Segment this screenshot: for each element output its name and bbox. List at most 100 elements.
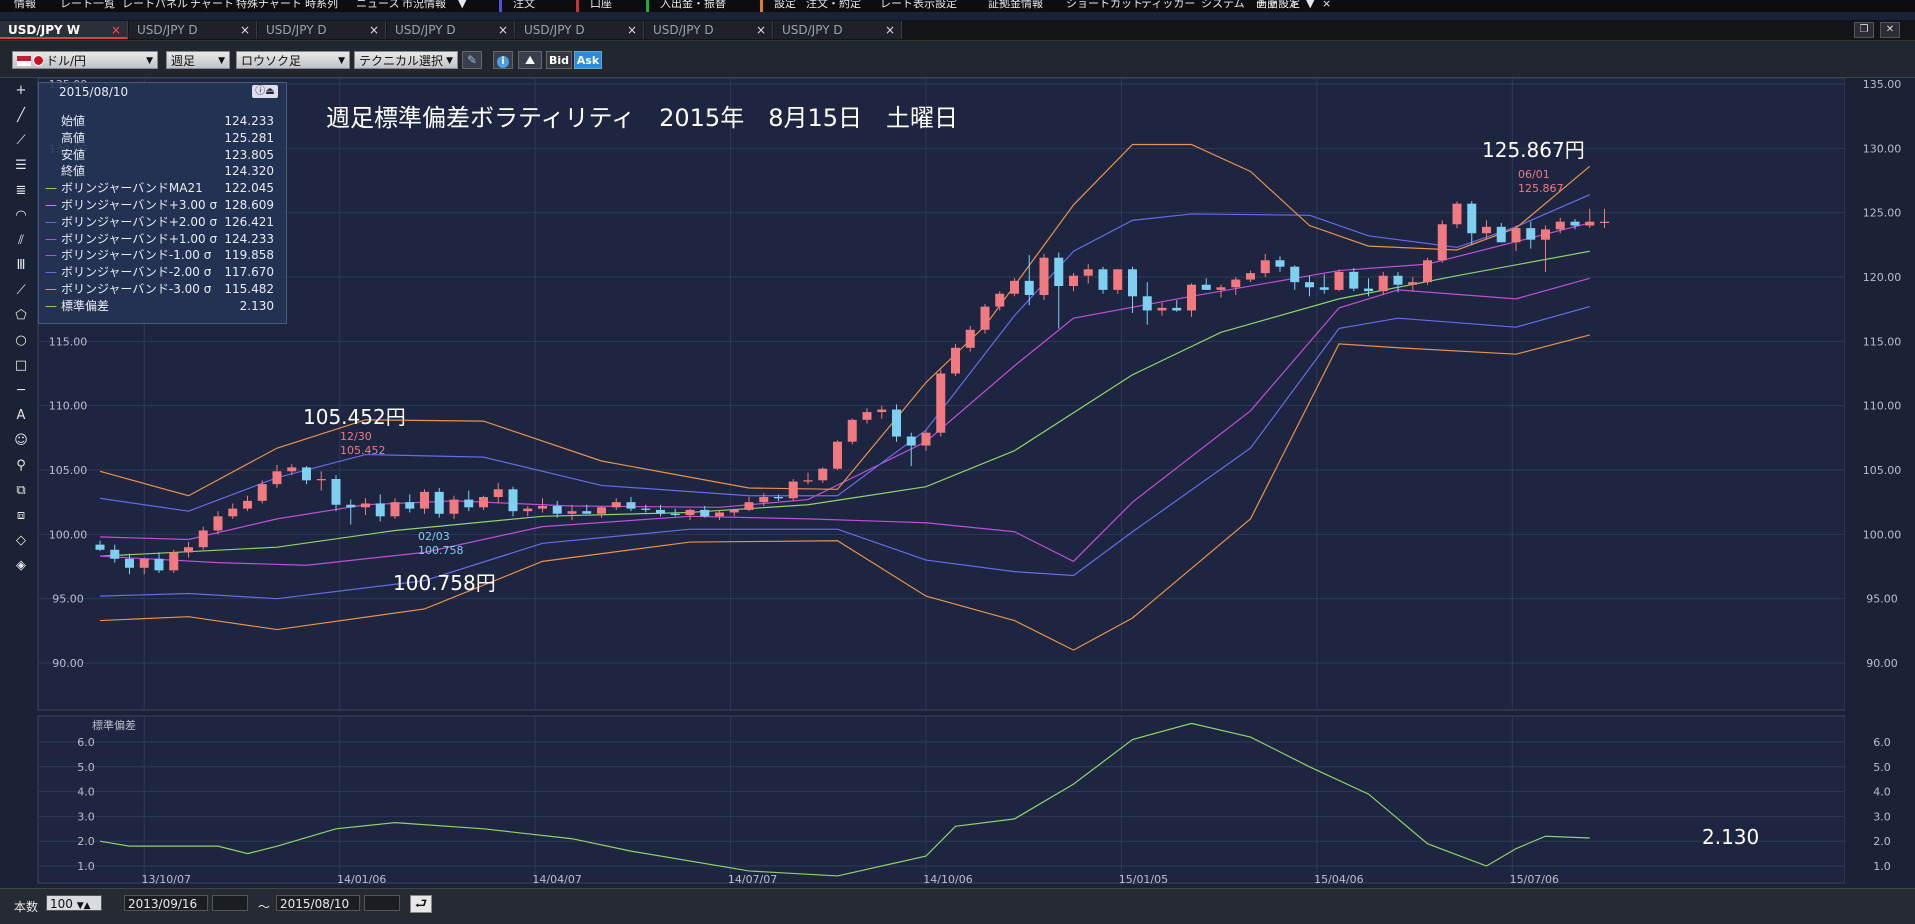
candle-body <box>1201 284 1211 290</box>
price-axis-tick: 95.00 <box>1866 593 1898 606</box>
candle-body <box>538 506 547 509</box>
info-value: 124.320 <box>224 164 274 179</box>
candle-body <box>1157 307 1167 311</box>
candle-body <box>1408 282 1418 285</box>
candle-body <box>670 513 680 516</box>
candle-body <box>198 530 208 548</box>
price-axis-tick: 130.00 <box>1863 142 1902 155</box>
sub-axis-tick-left: 4.0 <box>77 786 95 799</box>
candle-body <box>331 479 341 505</box>
candle-body <box>272 471 282 485</box>
info-row: — ボリンジャーバンド-1.00 σ 119.858 <box>39 247 286 263</box>
high-price-label: 105.452円 <box>303 405 406 429</box>
candle-body <box>1113 269 1123 290</box>
sub-axis-tick: 5.0 <box>1873 761 1891 774</box>
info-value: 124.233 <box>224 114 274 128</box>
candle-body <box>567 511 577 514</box>
candle-body <box>1585 221 1595 226</box>
candle-body <box>788 481 798 499</box>
apply-range-button[interactable]: ⮐ <box>410 895 432 913</box>
price-axis-tick-left: 100.00 <box>49 528 88 541</box>
candle-body <box>1305 282 1314 288</box>
candle-body <box>1275 260 1285 267</box>
time-axis-tick: 15/07/06 <box>1510 873 1559 886</box>
sub-axis-tick: 4.0 <box>1873 786 1891 799</box>
candle-body <box>375 503 385 517</box>
candle-body <box>1098 269 1108 290</box>
candle-body <box>154 558 164 571</box>
low-date-label: 02/03 <box>418 530 450 543</box>
info-panel-controls-icon[interactable]: ⓘ⏏ <box>252 85 278 98</box>
bar-count-label: 本数 <box>14 900 39 914</box>
candle-body <box>346 504 356 508</box>
candle-body <box>434 491 444 514</box>
info-value: 122.045 <box>224 181 274 196</box>
candle-body <box>1393 275 1403 285</box>
time-axis-tick: 15/01/05 <box>1119 873 1168 886</box>
info-label: ボリンジャーバンド-2.00 σ <box>61 265 212 280</box>
candle-body <box>184 547 193 553</box>
candle-body <box>361 503 370 508</box>
info-value: 125.281 <box>224 130 274 145</box>
start-time-input[interactable] <box>212 895 248 911</box>
info-date: 2015/08/10 <box>59 85 129 99</box>
candle-body <box>847 419 857 442</box>
series-color-swatch: — <box>45 248 57 263</box>
info-row: 始値 124.233 <box>39 113 286 129</box>
candle-body <box>1541 229 1550 240</box>
candle-body <box>906 436 916 446</box>
price-chart[interactable]: 135.00 130.00 125.00 120.00 115.00 115.00 110.… <box>0 0 1915 888</box>
candle-body <box>862 412 872 420</box>
candle-body <box>1039 257 1049 296</box>
price-axis-tick-left: 115.00 <box>49 335 88 348</box>
end-date-input[interactable]: 2015/08/10 <box>276 895 360 911</box>
info-row: — 標準偏差 2.130 <box>39 298 286 314</box>
info-value: 119.858 <box>224 248 274 263</box>
time-axis-tick: 14/01/06 <box>337 873 386 886</box>
candle-body <box>449 499 459 514</box>
info-label: 安値 <box>61 147 86 162</box>
start-date-input[interactable]: 2013/09/16 <box>124 895 208 911</box>
candle-body <box>892 409 901 437</box>
info-label: ボリンジャーバンド+1.00 σ <box>61 231 218 246</box>
price-axis-tick: 110.00 <box>1863 400 1902 413</box>
candle-body <box>390 502 400 517</box>
candle-body <box>493 489 503 498</box>
candle-body <box>110 549 120 559</box>
candle-body <box>1482 226 1491 234</box>
candle-body <box>1290 266 1300 283</box>
candle-body <box>995 293 1005 307</box>
candle-body <box>1496 226 1506 243</box>
candle-body <box>302 467 311 481</box>
candle-body <box>125 558 134 568</box>
series-color-swatch: — <box>45 214 57 229</box>
candle-body <box>611 502 621 508</box>
info-row: 高値 125.281 <box>39 130 286 146</box>
candle-body <box>523 508 533 512</box>
high-value-label: 125.867 <box>1518 182 1564 195</box>
candle-body <box>420 491 429 509</box>
price-axis-tick: 120.00 <box>1863 271 1902 284</box>
info-label: 標準偏差 <box>61 298 110 313</box>
chevron-up-icon: ▲ <box>83 901 91 911</box>
time-axis-tick: 15/04/06 <box>1314 873 1363 886</box>
sub-plot-area <box>37 715 1846 884</box>
end-time-input[interactable] <box>364 895 400 911</box>
candle-body <box>243 500 252 509</box>
info-value: 128.609 <box>224 198 274 212</box>
sub-chart-label: 標準偏差 <box>92 718 136 732</box>
candle-body <box>715 512 724 517</box>
candle-body <box>626 502 636 509</box>
candle-body <box>1069 275 1078 287</box>
candle-body <box>582 511 592 514</box>
candle-body <box>700 509 710 517</box>
candle-body <box>1378 275 1388 292</box>
range-bar: 本数 100 ▼▲ 2013/09/16 ～ 2015/08/10 ⮐ <box>0 888 1915 924</box>
price-axis-tick-left: 90.00 <box>52 657 84 670</box>
bar-count-input[interactable]: 100 ▼▲ <box>46 895 102 911</box>
candle-body <box>1024 280 1034 296</box>
candle-body <box>479 497 488 508</box>
candle-body <box>228 508 238 517</box>
price-axis-tick: 100.00 <box>1863 528 1902 541</box>
info-row: — ボリンジャーバンド+3.00 σ 128.609 <box>39 197 286 213</box>
